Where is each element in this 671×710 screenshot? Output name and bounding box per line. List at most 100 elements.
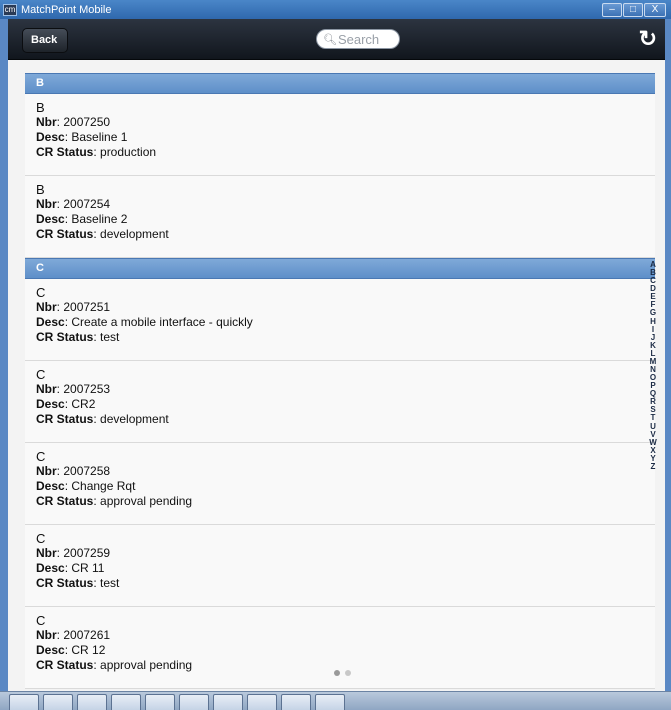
list-divider: C [25, 258, 655, 279]
nbr-label: Nbr [36, 546, 57, 560]
list-item[interactable]: C Nbr: 2007253 Desc: CR2 CR Status: deve… [25, 361, 655, 443]
taskbar [0, 691, 671, 710]
item-status: CR Status: approval pending [36, 494, 193, 508]
window-titlebar: cm MatchPoint Mobile – □ X [0, 0, 671, 19]
list-divider: B [25, 73, 655, 94]
back-button-label: Back [31, 34, 58, 46]
taskbar-app[interactable] [9, 694, 39, 710]
item-nbr: Nbr: 2007254 [36, 197, 111, 211]
desc-label: Desc [36, 130, 65, 144]
close-button[interactable]: X [644, 2, 666, 17]
status-value: development [100, 412, 169, 426]
desc-label: Desc [36, 397, 65, 411]
item-title: C [36, 367, 46, 382]
nbr-value: 2007251 [63, 300, 111, 314]
desc-value: Baseline 2 [71, 212, 128, 226]
taskbar-app[interactable] [247, 694, 277, 710]
list-item[interactable]: C Nbr: 2007259 Desc: CR 11 CR Status: te… [25, 525, 655, 607]
status-label: CR Status [36, 145, 94, 159]
item-nbr: Nbr: 2007253 [36, 382, 111, 396]
list-item[interactable]: B Nbr: 2007254 Desc: Baseline 2 CR Statu… [25, 176, 655, 258]
desc-label: Desc [36, 643, 65, 657]
item-desc: Desc: Baseline 2 [36, 212, 128, 226]
item-status: CR Status: production [36, 145, 157, 159]
nbr-value: 2007259 [63, 546, 111, 560]
taskbar-app[interactable] [281, 694, 311, 710]
nbr-value: 2007261 [63, 628, 111, 642]
minimize-button[interactable]: – [602, 2, 622, 17]
page-dot[interactable] [345, 670, 351, 676]
desc-value: CR 11 [71, 561, 105, 575]
desc-label: Desc [36, 479, 65, 493]
alphabet-index[interactable]: ABCDEFGHIJKLMNOPQRSTUVWXYZ [646, 260, 660, 471]
nbr-label: Nbr [36, 197, 57, 211]
list-item[interactable]: C Nbr: 2007261 Desc: CR 12 CR Status: ap… [25, 607, 655, 689]
desc-label: Desc [36, 315, 65, 329]
list-item[interactable]: C Nbr: 2007251 Desc: Create a mobile int… [25, 279, 655, 361]
nbr-value: 2007254 [63, 197, 111, 211]
taskbar-app[interactable] [43, 694, 73, 710]
item-desc: Desc: Change Rqt [36, 479, 136, 493]
app-icon: cm [3, 3, 17, 16]
desc-value: Change Rqt [71, 479, 136, 493]
item-nbr: Nbr: 2007261 [36, 628, 111, 642]
item-title: B [36, 100, 45, 115]
page-indicator [334, 670, 351, 676]
item-desc: Desc: Create a mobile interface - quickl… [36, 315, 253, 329]
maximize-button[interactable]: □ [623, 2, 643, 17]
search-input[interactable] [337, 31, 400, 47]
desc-value: CR 12 [71, 643, 106, 657]
status-label: CR Status [36, 227, 94, 241]
status-label: CR Status [36, 330, 94, 344]
status-label: CR Status [36, 576, 94, 590]
item-status: CR Status: development [36, 227, 169, 241]
item-desc: Desc: CR2 [36, 397, 96, 411]
item-status: CR Status: development [36, 412, 169, 426]
back-button[interactable]: Back [22, 28, 68, 53]
refresh-icon[interactable]: ↻ [639, 26, 657, 52]
taskbar-app[interactable] [77, 694, 107, 710]
item-title: B [36, 182, 45, 197]
desc-value: Baseline 1 [71, 130, 128, 144]
search-box[interactable]: 🔍︎ [316, 29, 400, 49]
nbr-value: 2007253 [63, 382, 111, 396]
status-value: test [100, 330, 120, 344]
taskbar-app[interactable] [145, 694, 175, 710]
index-letter[interactable]: Z [646, 462, 660, 471]
desc-label: Desc [36, 561, 65, 575]
desc-value: CR2 [71, 397, 96, 411]
taskbar-app[interactable] [213, 694, 243, 710]
window-title: MatchPoint Mobile [21, 3, 112, 16]
nbr-label: Nbr [36, 115, 57, 129]
status-value: approval pending [100, 658, 193, 672]
status-label: CR Status [36, 494, 94, 508]
taskbar-app[interactable] [111, 694, 141, 710]
item-nbr: Nbr: 2007250 [36, 115, 111, 129]
nbr-value: 2007250 [63, 115, 111, 129]
item-desc: Desc: Baseline 1 [36, 130, 128, 144]
item-desc: Desc: CR 11 [36, 561, 105, 575]
window-frame-left [0, 19, 8, 691]
nbr-label: Nbr [36, 464, 57, 478]
page-dot[interactable] [334, 670, 340, 676]
record-list: B B Nbr: 2007250 Desc: Baseline 1 CR Sta… [25, 73, 655, 689]
item-status: CR Status: test [36, 330, 120, 344]
taskbar-app[interactable] [179, 694, 209, 710]
status-value: development [100, 227, 169, 241]
nbr-label: Nbr [36, 382, 57, 396]
item-title: C [36, 613, 46, 628]
taskbar-app[interactable] [315, 694, 345, 710]
status-value: test [100, 576, 120, 590]
status-label: CR Status [36, 412, 94, 426]
list-item[interactable]: B Nbr: 2007250 Desc: Baseline 1 CR Statu… [25, 94, 655, 176]
list-item[interactable]: C Nbr: 2007258 Desc: Change Rqt CR Statu… [25, 443, 655, 525]
item-title: C [36, 285, 46, 300]
desc-label: Desc [36, 212, 65, 226]
search-icon: 🔍︎ [323, 33, 337, 46]
item-nbr: Nbr: 2007259 [36, 546, 111, 560]
desc-value: Create a mobile interface - quickly [71, 315, 253, 329]
list-view[interactable]: B B Nbr: 2007250 Desc: Baseline 1 CR Sta… [8, 60, 665, 691]
item-status: CR Status: test [36, 576, 120, 590]
item-desc: Desc: CR 12 [36, 643, 106, 657]
status-value: production [100, 145, 157, 159]
